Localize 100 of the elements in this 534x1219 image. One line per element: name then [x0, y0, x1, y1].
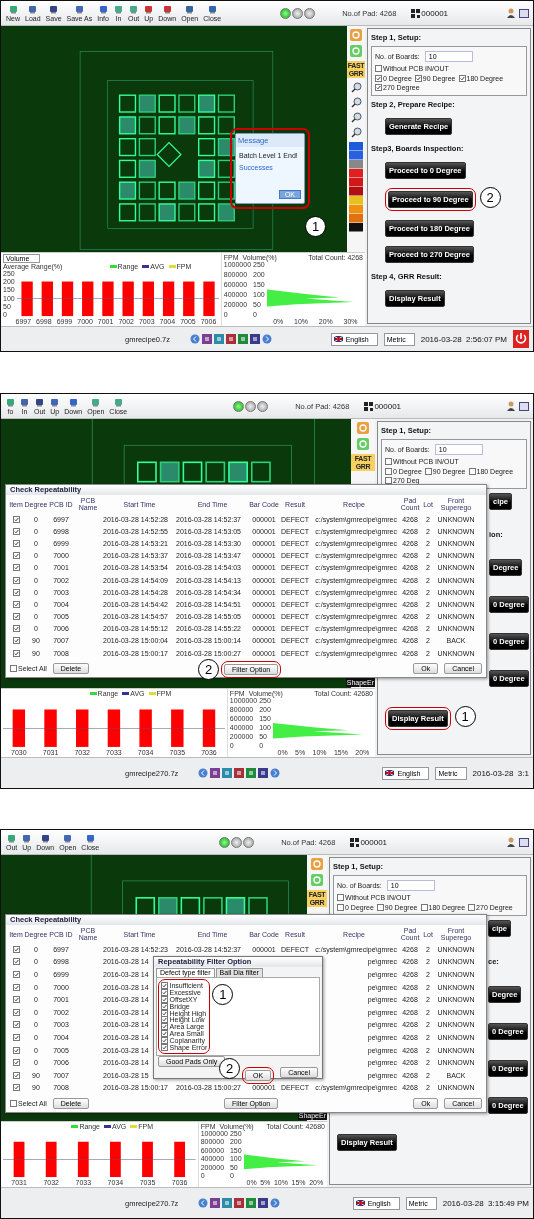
range-bar	[45, 1141, 57, 1178]
callout-number: 1	[212, 984, 234, 1005]
checkbox[interactable]	[161, 988, 168, 996]
checkbox[interactable]	[12, 1033, 20, 1041]
checkbox[interactable]	[12, 576, 20, 584]
checkbox[interactable]	[12, 552, 20, 560]
tool-icon[interactable]	[226, 334, 237, 344]
checkbox[interactable]	[12, 637, 20, 645]
checkbox[interactable]	[12, 539, 20, 547]
zoom-icon[interactable]	[350, 127, 362, 139]
zoom-icon[interactable]	[350, 82, 362, 94]
checkbox[interactable]	[161, 1016, 168, 1024]
checkbox[interactable]	[12, 588, 20, 596]
checkbox[interactable]	[12, 945, 20, 953]
checkbox[interactable]	[376, 904, 384, 911]
checkbox[interactable]	[468, 468, 476, 475]
tool-icon[interactable]	[210, 768, 221, 778]
checkbox[interactable]	[12, 971, 20, 978]
tool-icon[interactable]	[258, 768, 269, 778]
range-bar	[101, 281, 114, 317]
tool-icon	[50, 397, 60, 407]
range-bar	[13, 1141, 25, 1178]
checkbox[interactable]	[161, 981, 168, 989]
checkbox[interactable]	[385, 458, 392, 465]
checkbox[interactable]	[424, 468, 432, 475]
tool-icon[interactable]	[250, 334, 261, 344]
range-bar	[41, 281, 53, 317]
tool-icon[interactable]	[234, 768, 245, 778]
tool-icon[interactable]	[238, 334, 249, 344]
checkbox[interactable]	[12, 613, 20, 621]
checkbox[interactable]	[458, 75, 466, 82]
tool-icon	[35, 397, 45, 407]
checkbox[interactable]	[12, 1008, 20, 1016]
tool-icon[interactable]	[258, 1198, 269, 1208]
range-bar	[162, 281, 174, 317]
checkbox[interactable]	[12, 564, 20, 572]
checkbox[interactable]	[161, 1030, 168, 1038]
flag-icon	[333, 336, 343, 342]
checkbox[interactable]	[161, 1002, 168, 1010]
checkbox[interactable]	[375, 65, 382, 72]
checkbox[interactable]	[12, 996, 20, 1004]
checkbox[interactable]	[161, 1023, 168, 1031]
checkbox[interactable]	[12, 1084, 20, 1092]
callout-number: 2	[219, 1057, 241, 1079]
back-icon[interactable]	[198, 768, 209, 778]
tool-icon[interactable]	[246, 768, 257, 778]
checkbox[interactable]	[12, 958, 20, 966]
checkbox[interactable]	[12, 625, 20, 633]
tool-icon[interactable]	[246, 1198, 257, 1208]
person-icon	[506, 837, 516, 847]
tool-icon[interactable]	[210, 1198, 221, 1208]
zoom-icon[interactable]	[350, 97, 362, 109]
barcode-value: 000001	[360, 837, 388, 847]
checkbox[interactable]	[12, 983, 20, 991]
range-bar	[76, 709, 89, 747]
power-icon[interactable]	[513, 330, 529, 348]
checkbox[interactable]	[385, 477, 392, 484]
range-bar	[174, 1141, 186, 1178]
tool-icon	[129, 4, 139, 14]
date-time: 2016-03-28 3:1	[472, 768, 529, 778]
checkbox[interactable]	[468, 904, 476, 911]
checkbox[interactable]	[375, 75, 382, 82]
tool-icon[interactable]	[234, 1198, 245, 1208]
tool-icon	[8, 4, 18, 14]
back-icon[interactable]	[190, 334, 201, 344]
tool-icon	[7, 833, 17, 843]
checkbox[interactable]	[12, 527, 20, 535]
checkbox[interactable]	[337, 894, 344, 901]
tool-icon[interactable]	[202, 334, 213, 344]
tool-icon	[49, 4, 59, 14]
range-bar	[110, 1141, 121, 1178]
checkbox[interactable]	[161, 1037, 168, 1045]
checkbox[interactable]	[414, 75, 422, 82]
checkbox[interactable]	[161, 995, 168, 1003]
tool-icon	[162, 4, 172, 14]
zoom-icon[interactable]	[350, 112, 362, 124]
checkbox[interactable]	[12, 649, 20, 657]
checkbox[interactable]	[161, 1043, 168, 1051]
checkbox[interactable]	[12, 1021, 20, 1029]
checkbox[interactable]	[385, 468, 392, 475]
barcode-icon	[411, 8, 421, 18]
checkbox[interactable]	[12, 1059, 20, 1067]
checkbox[interactable]	[12, 1046, 20, 1054]
checkbox[interactable]	[10, 1099, 17, 1107]
back-icon[interactable]	[198, 1198, 209, 1208]
tool-icon	[63, 833, 73, 843]
range-bar	[77, 1141, 89, 1178]
range-bar	[142, 1141, 153, 1178]
checkbox[interactable]	[375, 84, 382, 91]
tool-icon	[40, 833, 50, 843]
checkbox[interactable]	[10, 664, 17, 672]
checkbox[interactable]	[337, 904, 344, 911]
checkbox[interactable]	[12, 600, 20, 608]
checkbox[interactable]	[420, 904, 428, 911]
checkbox[interactable]	[12, 1071, 20, 1079]
checkbox[interactable]	[12, 515, 20, 523]
tool-icon	[185, 4, 195, 14]
tool-icon	[68, 397, 78, 407]
range-bar	[171, 709, 184, 747]
window-icon	[519, 401, 529, 411]
